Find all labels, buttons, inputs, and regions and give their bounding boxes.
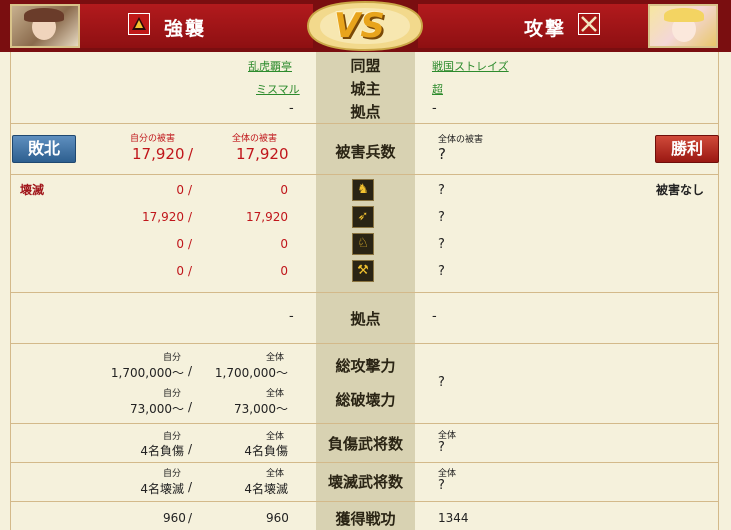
wounded-slash: / [188,442,193,456]
defender-unit-status: 被害なし [656,183,705,197]
destroy-self-caption: 自分 [163,389,182,399]
attack-total-caption: 全体 [266,353,285,363]
vs-text: VS [334,6,385,46]
unit-slash: / [188,210,193,224]
defender-base: - [432,101,437,116]
attacker-avatar[interactable] [10,4,80,48]
defender-alliance-link[interactable]: 戦国ストレイズ [432,58,509,74]
wounded-total-value: 4名負傷 [244,444,288,458]
attacker-label: 強襲 [164,18,207,40]
destroyed-total-caption: 全体 [266,469,285,479]
vs-emblem: VS [300,0,430,52]
cavalry-icon-glyph: ♘ [357,236,369,251]
defender-unit-value: ? [438,183,445,198]
attacker-unit-status: 壊滅 [20,183,45,197]
destroy-label: 総破壊力 [335,391,396,409]
self-casualties: 17,920 [132,145,185,163]
defender-attack-destroy: ? [438,375,445,390]
defender-merit: 1344 [438,511,469,525]
self-casualty-caption: 自分の被害 [130,134,176,144]
casualty-slash: / [188,145,194,163]
destroy-slash: / [188,400,193,414]
divider [718,52,719,530]
unit-total-value: 17,920 [246,210,288,224]
divider [10,292,719,293]
merit-label: 獲得戦功 [335,510,396,528]
attacker-base-2: - [289,309,294,324]
total-casualty-caption: 全体の被害 [232,134,278,144]
base-label: 拠点 [350,103,381,121]
divider [10,123,719,124]
defender-destroyed: ? [438,478,445,493]
destroyed-total-value: 4名壊滅 [244,482,288,496]
lord-label: 城主 [350,80,381,98]
destroy-total-value: 73,000〜 [234,402,288,416]
assault-icon [128,13,150,35]
unit-self-value: 17,920 [142,210,184,224]
cavalry-icon: ♘ [352,233,374,255]
unit-self-value: 0 [176,183,184,197]
defender-unit-value: ? [438,264,445,279]
merit-self-value: 960 [163,511,186,525]
unit-total-value: 0 [280,183,288,197]
merit-total-value: 960 [266,511,289,525]
siege-icon-glyph: ⚒ [357,263,369,278]
wounded-self-value: 4名負傷 [140,444,184,458]
unit-self-value: 0 [176,237,184,251]
defender-lord-link[interactable]: 超 [432,81,443,97]
crossed-swords-icon [578,13,600,35]
casualties-label: 被害兵数 [335,143,396,161]
defender-wounded: ? [438,440,445,455]
unit-slash: / [188,183,193,197]
unit-self-value: 0 [176,264,184,278]
archer-icon: ➶ [352,206,374,228]
infantry-icon: ♞ [352,179,374,201]
defender-casualty-caption: 全体の被害 [438,135,484,145]
destroy-self-value: 73,000〜 [130,402,184,416]
infantry-icon-glyph: ♞ [357,182,369,197]
defender-unit-value: ? [438,237,445,252]
defender-label: 攻撃 [524,18,567,40]
unit-total-value: 0 [280,264,288,278]
archer-icon-glyph: ➶ [357,209,369,224]
divider [10,501,719,502]
wounded-self-caption: 自分 [163,432,182,442]
siege-icon: ⚒ [352,260,374,282]
attacker-alliance-link[interactable]: 乱虎覇亭 [248,58,292,74]
defender-base-2: - [432,309,437,324]
alliance-label: 同盟 [350,57,381,75]
unit-total-value: 0 [280,237,288,251]
victory-badge: 勝利 [655,135,719,163]
destroyed-self-value: 4名壊滅 [140,482,184,496]
attacker-lord-link[interactable]: ミスマル [256,81,300,97]
base-label-2: 拠点 [350,310,381,328]
unit-slash: / [188,264,193,278]
wounded-label: 負傷武将数 [327,435,403,453]
attack-slash: / [188,364,193,378]
divider [10,343,719,344]
divider [10,462,719,463]
destroyed-slash: / [188,480,193,494]
attack-label: 総攻撃力 [335,357,396,375]
total-casualties: 17,920 [236,145,289,163]
defender-casualties: ? [438,145,446,163]
destroyed-self-caption: 自分 [163,469,182,479]
defender-avatar[interactable] [648,4,718,48]
divider [10,52,11,530]
defender-unit-value: ? [438,210,445,225]
destroy-total-caption: 全体 [266,389,285,399]
attacker-base: - [289,101,294,116]
unit-slash: / [188,237,193,251]
attack-self-value: 1,700,000〜 [110,366,184,380]
defeat-badge: 敗北 [12,135,76,163]
attack-self-caption: 自分 [163,353,182,363]
divider [10,174,719,175]
destroyed-label: 壊滅武将数 [327,473,403,491]
attack-total-value: 1,700,000〜 [214,366,288,380]
merit-slash: / [188,511,193,525]
wounded-total-caption: 全体 [266,432,285,442]
divider [10,423,719,424]
